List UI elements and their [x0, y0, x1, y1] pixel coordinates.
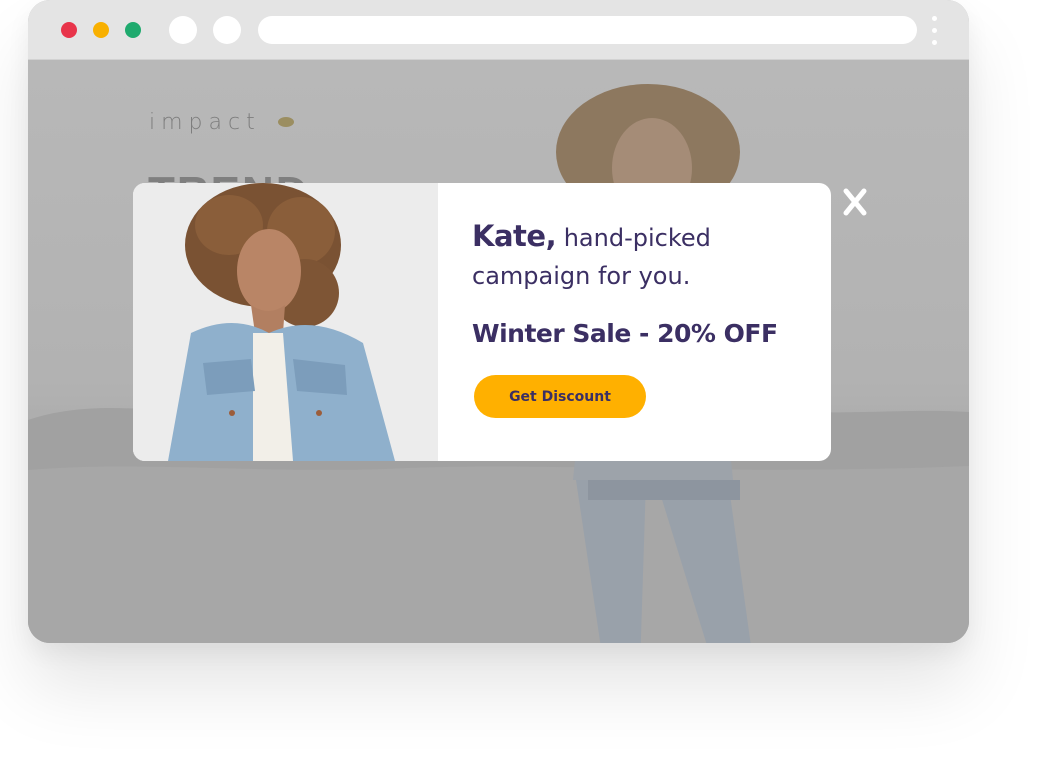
popup-content: Kate, hand-picked campaign for you. Wint…	[472, 183, 812, 461]
model-photo	[133, 183, 438, 461]
get-discount-button[interactable]: Get Discount	[474, 375, 646, 418]
url-bar[interactable]	[258, 16, 917, 44]
back-button[interactable]	[169, 16, 197, 44]
popup-greeting: Kate, hand-picked campaign for you.	[472, 217, 812, 295]
browser-titlebar	[28, 0, 969, 60]
customer-name: Kate,	[472, 219, 557, 253]
minimize-window-dot[interactable]	[93, 22, 109, 38]
campaign-popup: Kate, hand-picked campaign for you. Wint…	[133, 183, 831, 461]
offer-headline: Winter Sale - 20% OFF	[472, 319, 778, 348]
kebab-menu-icon[interactable]	[930, 14, 938, 48]
close-window-dot[interactable]	[61, 22, 77, 38]
close-icon[interactable]	[840, 186, 870, 218]
forward-button[interactable]	[213, 16, 241, 44]
maximize-window-dot[interactable]	[125, 22, 141, 38]
